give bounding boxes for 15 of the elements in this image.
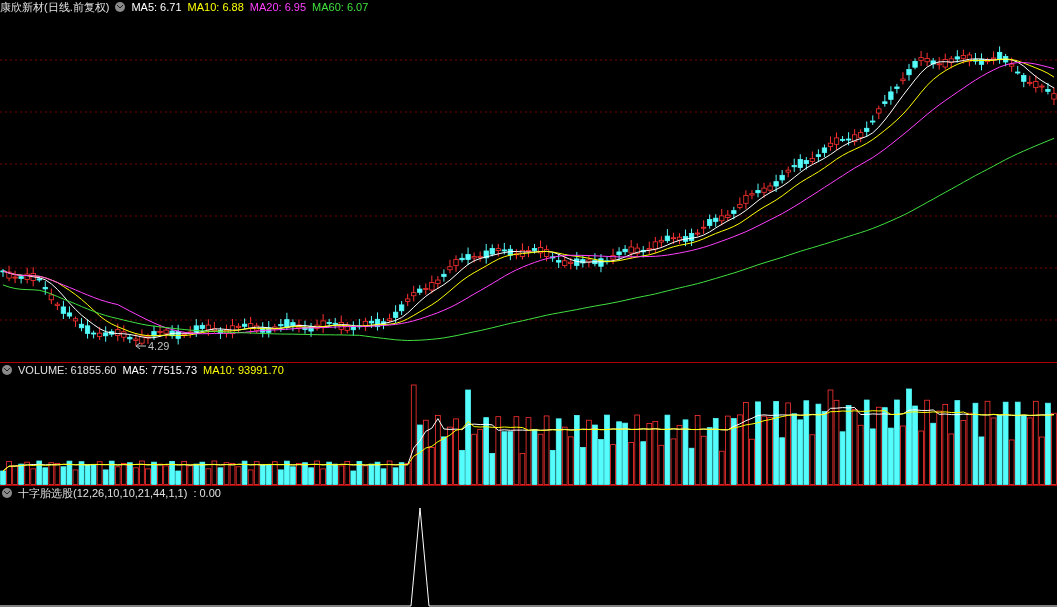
legend-value: MA5: 77515.73	[122, 364, 198, 376]
legend-value: MA60: 6.07	[312, 1, 369, 13]
panel-title: 十字胎选股(12,26,10,10,21,44,1,1)	[18, 487, 188, 499]
legend-value: : 0.00	[193, 487, 221, 499]
legend-value: MA10: 6.88	[187, 1, 244, 13]
low-price-label: 4.29	[148, 340, 170, 352]
panel-title: 康欣新材(日线.前复权)	[0, 1, 110, 13]
panel-title: VOLUME: 61855.60	[18, 364, 117, 376]
dropdown-icon[interactable]	[2, 488, 12, 498]
legend-value: MA20: 6.95	[249, 1, 307, 13]
arrow-icon	[135, 342, 147, 350]
dropdown-icon[interactable]	[2, 365, 12, 375]
dropdown-icon[interactable]	[115, 2, 126, 12]
legend-value: MA5: 6.71	[131, 1, 182, 13]
legend-value: MA10: 93991.70	[203, 364, 284, 376]
